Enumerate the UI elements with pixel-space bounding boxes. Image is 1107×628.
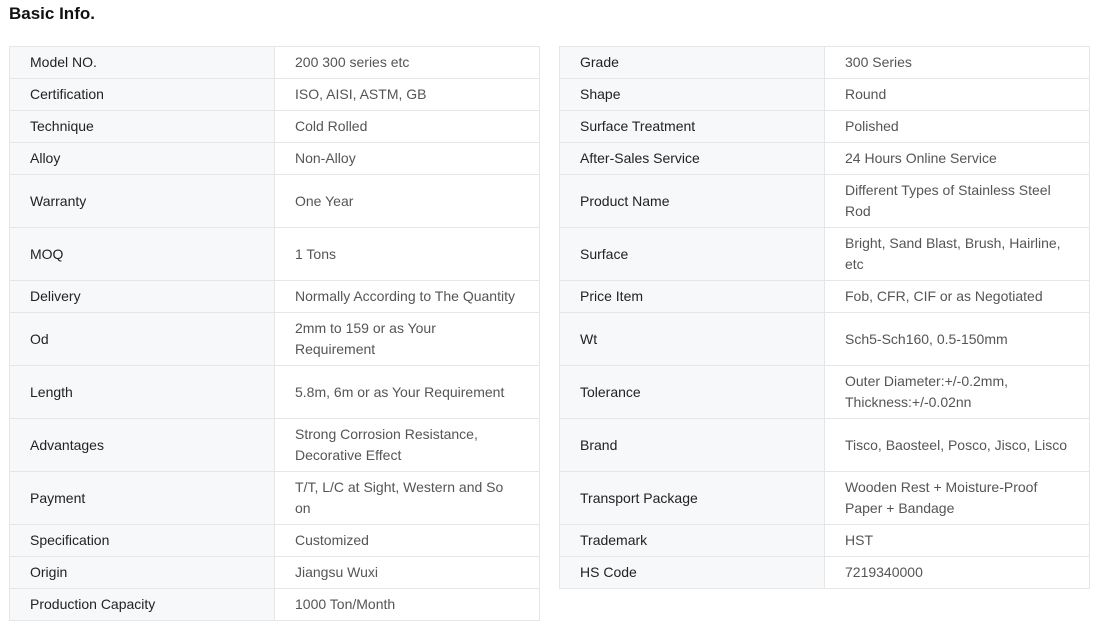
spec-value: 1 Tons: [274, 227, 540, 281]
table-row: Surface Treatment Polished: [559, 110, 1090, 143]
spec-key: Origin: [9, 556, 275, 589]
spec-value: Wooden Rest + Moisture-Proof Paper + Ban…: [824, 471, 1090, 525]
spec-value: Round: [824, 78, 1090, 111]
spec-key: Price Item: [559, 280, 825, 313]
spec-key: Length: [9, 365, 275, 419]
spec-key: Wt: [559, 312, 825, 366]
spec-value: 7219340000: [824, 556, 1090, 589]
spec-value: One Year: [274, 174, 540, 228]
table-row: Length 5.8m, 6m or as Your Requirement: [9, 365, 540, 419]
spec-key: Surface: [559, 227, 825, 281]
spec-key: Brand: [559, 418, 825, 472]
table-row: After-Sales Service 24 Hours Online Serv…: [559, 142, 1090, 175]
spec-key: Product Name: [559, 174, 825, 228]
spec-value: Different Types of Stainless Steel Rod: [824, 174, 1090, 228]
table-row: Alloy Non-Alloy: [9, 142, 540, 175]
spec-value: Tisco, Baosteel, Posco, Jisco, Lisco: [824, 418, 1090, 472]
spec-key: Warranty: [9, 174, 275, 228]
spec-value: HST: [824, 524, 1090, 557]
spec-value: T/T, L/C at Sight, Western and So on: [274, 471, 540, 525]
table-row: Certification ISO, AISI, ASTM, GB: [9, 78, 540, 111]
table-row: MOQ 1 Tons: [9, 227, 540, 281]
table-row: Surface Bright, Sand Blast, Brush, Hairl…: [559, 227, 1090, 281]
table-row: Origin Jiangsu Wuxi: [9, 556, 540, 589]
spec-value: Outer Diameter:+/-0.2mm, Thickness:+/-0.…: [824, 365, 1090, 419]
table-row: Payment T/T, L/C at Sight, Western and S…: [9, 471, 540, 525]
table-row: Shape Round: [559, 78, 1090, 111]
spec-value: Customized: [274, 524, 540, 557]
spec-value: Jiangsu Wuxi: [274, 556, 540, 589]
spec-value: Fob, CFR, CIF or as Negotiated: [824, 280, 1090, 313]
table-row: Brand Tisco, Baosteel, Posco, Jisco, Lis…: [559, 418, 1090, 472]
spec-value: Non-Alloy: [274, 142, 540, 175]
table-row: Transport Package Wooden Rest + Moisture…: [559, 471, 1090, 525]
table-row: Price Item Fob, CFR, CIF or as Negotiate…: [559, 280, 1090, 313]
table-row: Grade 300 Series: [559, 46, 1090, 79]
spec-key: Payment: [9, 471, 275, 525]
spec-value: Bright, Sand Blast, Brush, Hairline, etc: [824, 227, 1090, 281]
basic-info-table-left: Model NO. 200 300 series etc Certificati…: [9, 46, 540, 621]
spec-key: Trademark: [559, 524, 825, 557]
spec-key: Production Capacity: [9, 588, 275, 621]
spec-value: 200 300 series etc: [274, 46, 540, 79]
spec-value: Normally According to The Quantity: [274, 280, 540, 313]
table-row: HS Code 7219340000: [559, 556, 1090, 589]
spec-key: Delivery: [9, 280, 275, 313]
basic-info-table-right: Grade 300 Series Shape Round Surface Tre…: [559, 46, 1090, 589]
spec-value: Polished: [824, 110, 1090, 143]
table-row: Model NO. 200 300 series etc: [9, 46, 540, 79]
table-row: Od 2mm to 159 or as Your Requirement: [9, 312, 540, 366]
spec-value: 1000 Ton/Month: [274, 588, 540, 621]
table-row: Product Name Different Types of Stainles…: [559, 174, 1090, 228]
table-row: Warranty One Year: [9, 174, 540, 228]
table-row: Trademark HST: [559, 524, 1090, 557]
spec-key: Surface Treatment: [559, 110, 825, 143]
spec-value: Strong Corrosion Resistance, Decorative …: [274, 418, 540, 472]
spec-key: Model NO.: [9, 46, 275, 79]
spec-value: ISO, AISI, ASTM, GB: [274, 78, 540, 111]
spec-key: Tolerance: [559, 365, 825, 419]
spec-value: Sch5-Sch160, 0.5-150mm: [824, 312, 1090, 366]
spec-key: Od: [9, 312, 275, 366]
table-row: Delivery Normally According to The Quant…: [9, 280, 540, 313]
spec-key: HS Code: [559, 556, 825, 589]
table-row: Wt Sch5-Sch160, 0.5-150mm: [559, 312, 1090, 366]
spec-value: 24 Hours Online Service: [824, 142, 1090, 175]
table-row: Advantages Strong Corrosion Resistance, …: [9, 418, 540, 472]
spec-key: Grade: [559, 46, 825, 79]
spec-key: Certification: [9, 78, 275, 111]
spec-key: Alloy: [9, 142, 275, 175]
spec-key: Shape: [559, 78, 825, 111]
spec-key: Transport Package: [559, 471, 825, 525]
page-title: Basic Info.: [9, 4, 95, 23]
spec-key: Advantages: [9, 418, 275, 472]
spec-value: Cold Rolled: [274, 110, 540, 143]
spec-value: 300 Series: [824, 46, 1090, 79]
table-row: Specification Customized: [9, 524, 540, 557]
spec-value: 2mm to 159 or as Your Requirement: [274, 312, 540, 366]
spec-key: Specification: [9, 524, 275, 557]
spec-key: MOQ: [9, 227, 275, 281]
table-row: Tolerance Outer Diameter:+/-0.2mm, Thick…: [559, 365, 1090, 419]
spec-key: Technique: [9, 110, 275, 143]
spec-key: After-Sales Service: [559, 142, 825, 175]
spec-value: 5.8m, 6m or as Your Requirement: [274, 365, 540, 419]
table-row: Technique Cold Rolled: [9, 110, 540, 143]
table-row: Production Capacity 1000 Ton/Month: [9, 588, 540, 621]
